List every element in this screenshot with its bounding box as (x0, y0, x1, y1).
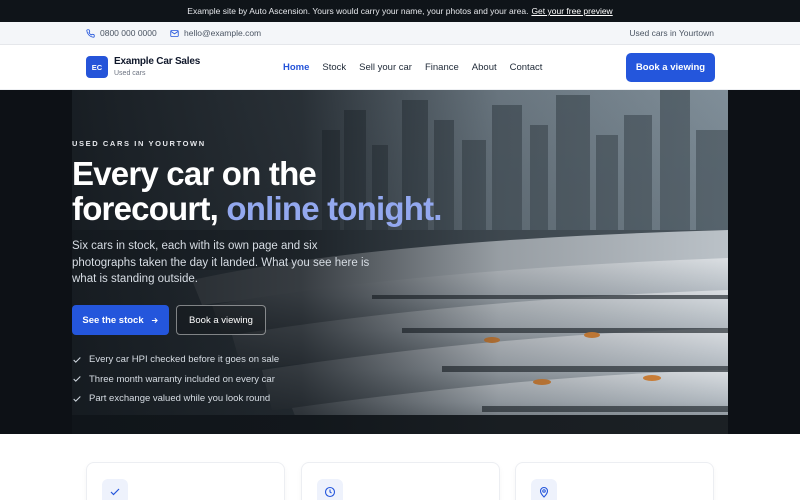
list-item: Every car HPI checked before it goes on … (72, 350, 279, 370)
nav-stock[interactable]: Stock (322, 62, 346, 73)
check-icon (73, 376, 81, 383)
brand-name: Example Car Sales (114, 56, 201, 67)
nav-home[interactable]: Home (283, 62, 309, 73)
announcement-bar: Example site by Auto Ascension. Yours wo… (0, 0, 800, 22)
location-text: Used cars in Yourtown (629, 28, 714, 38)
feature-card (301, 462, 500, 500)
contact-strip: 0800 000 0000 hello@example.com Used car… (0, 22, 800, 45)
nav-contact[interactable]: Contact (510, 62, 543, 73)
brand[interactable]: Example Car Sales Used cars (114, 56, 200, 77)
see-stock-button[interactable]: See the stock (72, 305, 169, 335)
check-text: Three month warranty included on every c… (89, 373, 275, 385)
feature-icon-box (317, 479, 343, 500)
brand-subtitle: Used cars (114, 70, 146, 77)
free-preview-link[interactable]: Get your free preview (531, 6, 612, 16)
phone-icon (86, 28, 95, 38)
see-stock-label: See the stock (82, 314, 144, 326)
announcement-text: Example site by Auto Ascension. Yours wo… (187, 6, 529, 16)
check-icon (73, 395, 81, 402)
check-icon (110, 488, 120, 496)
check-text: Part exchange valued while you look roun… (89, 393, 271, 405)
phone-number: 0800 000 0000 (100, 28, 157, 38)
hero-title: Every car on the forecourt, online tonig… (72, 156, 492, 226)
list-item: Three month warranty included on every c… (72, 370, 279, 390)
list-item: Part exchange valued while you look roun… (72, 389, 279, 409)
check-text: Every car HPI checked before it goes on … (89, 354, 280, 366)
nav-finance[interactable]: Finance (425, 62, 459, 73)
email-address: hello@example.com (184, 28, 262, 38)
hero-title-line2: forecourt, (72, 190, 219, 227)
email-contact[interactable]: hello@example.com (170, 28, 261, 38)
feature-card (86, 462, 285, 500)
feature-icon-box (531, 479, 557, 500)
mail-icon (170, 29, 179, 37)
site-header: EC Example Car Sales Used cars Home Stoc… (0, 45, 800, 90)
check-icon (73, 356, 81, 363)
location-pin-icon (539, 486, 549, 498)
clock-icon (324, 486, 336, 498)
feature-card (515, 462, 714, 500)
hero-lede: Six cars in stock, each with its own pag… (72, 240, 370, 285)
nav-about[interactable]: About (472, 62, 497, 73)
feature-cards (0, 434, 800, 500)
hero-eyebrow: USED CARS IN YOURTOWN (72, 139, 206, 148)
feature-icon-box (102, 479, 128, 500)
hero-checklist: Every car HPI checked before it goes on … (72, 350, 279, 409)
arrow-right-icon (151, 317, 158, 323)
hero-book-viewing-button[interactable]: Book a viewing (176, 305, 266, 335)
logo-badge[interactable]: EC (86, 56, 108, 78)
nav-sell-your-car[interactable]: Sell your car (359, 62, 412, 73)
book-viewing-button[interactable]: Book a viewing (626, 53, 715, 82)
hero-title-line1: Every car on the (72, 155, 317, 192)
main-nav: Home Stock Sell your car Finance About C… (283, 62, 542, 73)
phone-contact[interactable]: 0800 000 0000 (86, 28, 157, 38)
hero-title-highlight: online tonight. (226, 190, 442, 227)
hero-section: USED CARS IN YOURTOWN Every car on the f… (0, 90, 800, 434)
